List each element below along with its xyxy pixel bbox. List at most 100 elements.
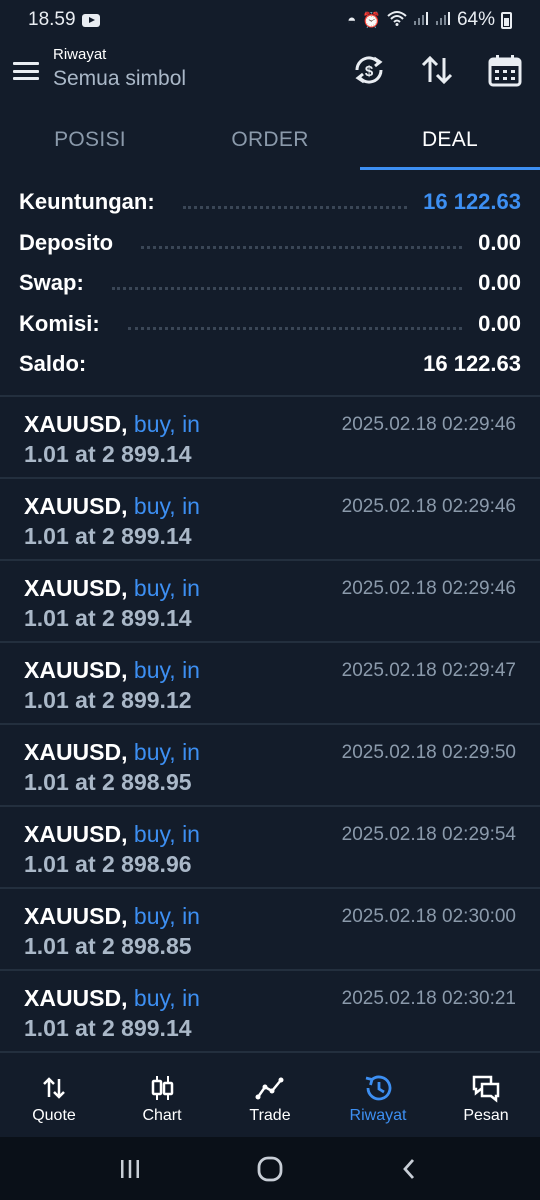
deal-type: buy, in bbox=[133, 493, 200, 519]
battery-icon bbox=[501, 11, 512, 29]
list-item[interactable]: XAUUSD, buy, in 1.01 at 2 899.14 2025.02… bbox=[0, 561, 540, 643]
deal-detail: 1.01 at 2 898.95 bbox=[24, 769, 192, 795]
nav-label: Trade bbox=[249, 1107, 291, 1124]
list-item[interactable]: XAUUSD, buy, in 1.01 at 2 898.95 2025.02… bbox=[0, 725, 540, 807]
status-time: 18.59 bbox=[28, 9, 76, 30]
tab-order[interactable]: ORDER bbox=[180, 112, 360, 170]
wifi-icon bbox=[387, 10, 407, 30]
signal-icon-2 bbox=[435, 10, 451, 30]
summary-row-swap: Swap: 0.00 bbox=[0, 263, 540, 304]
list-item[interactable]: XAUUSD, buy, in 1.01 at 2 899.14 2025.02… bbox=[0, 397, 540, 479]
header-titles: Riwayat Semua simbol bbox=[53, 46, 186, 91]
list-item[interactable]: XAUUSD, buy, in 1.01 at 2 899.12 2025.02… bbox=[0, 643, 540, 725]
list-item[interactable]: XAUUSD, buy, in 1.01 at 2 898.85 2025.02… bbox=[0, 889, 540, 971]
dotted-leader bbox=[111, 286, 463, 290]
summary-label: Keuntungan: bbox=[19, 189, 155, 215]
history-icon bbox=[365, 1075, 392, 1101]
deal-symbol: XAUUSD, bbox=[24, 657, 128, 683]
nav-label: Riwayat bbox=[349, 1107, 407, 1124]
deal-detail: 1.01 at 2 899.14 bbox=[24, 1015, 192, 1041]
trade-line-icon bbox=[255, 1077, 284, 1100]
summary-value: 0.00 bbox=[478, 270, 521, 296]
deal-title: XAUUSD, buy, in bbox=[24, 575, 200, 602]
summary-label: Saldo: bbox=[19, 351, 87, 377]
summary-label: Deposito bbox=[19, 229, 114, 255]
header-subtitle: Riwayat bbox=[53, 46, 107, 63]
recent-apps-icon[interactable] bbox=[110, 1149, 150, 1189]
deal-type: buy, in bbox=[133, 821, 200, 847]
battery-percent: 64% bbox=[456, 9, 495, 30]
deal-detail: 1.01 at 2 899.14 bbox=[24, 605, 192, 631]
deal-time: 2025.02.18 02:29:46 bbox=[341, 578, 516, 599]
deal-time: 2025.02.18 02:29:54 bbox=[341, 824, 516, 845]
deal-symbol: XAUUSD, bbox=[24, 903, 128, 929]
deal-symbol: XAUUSD, bbox=[24, 411, 128, 437]
nav-chart[interactable]: Chart bbox=[108, 1063, 216, 1137]
status-right: ◓ ⏰ 64% bbox=[347, 9, 512, 31]
deal-type: buy, in bbox=[133, 903, 200, 929]
deal-type: buy, in bbox=[133, 411, 200, 437]
quote-arrows-icon bbox=[43, 1077, 65, 1099]
deal-title: XAUUSD, buy, in bbox=[24, 657, 200, 684]
deal-title: XAUUSD, buy, in bbox=[24, 903, 200, 930]
summary-row-profit: Keuntungan: 16 122.63 bbox=[0, 182, 540, 223]
deal-detail: 1.01 at 2 898.85 bbox=[24, 933, 192, 959]
deal-title: XAUUSD, buy, in bbox=[24, 411, 200, 438]
status-left: 18.59 bbox=[28, 9, 100, 31]
menu-icon[interactable] bbox=[13, 60, 39, 82]
home-icon[interactable] bbox=[250, 1149, 290, 1189]
deal-title: XAUUSD, buy, in bbox=[24, 985, 200, 1012]
symbol-filter-title[interactable]: Semua simbol bbox=[53, 67, 186, 91]
nav-label: Pesan bbox=[463, 1107, 509, 1124]
summary-label: Swap: bbox=[19, 270, 84, 296]
tab-bar: POSISI ORDER DEAL bbox=[0, 112, 540, 170]
summary-section: Keuntungan: 16 122.63 Deposito 0.00 Swap… bbox=[0, 182, 540, 385]
deal-type: buy, in bbox=[133, 985, 200, 1011]
deal-type: buy, in bbox=[133, 657, 200, 683]
tab-deal[interactable]: DEAL bbox=[360, 112, 540, 170]
nav-pesan[interactable]: Pesan bbox=[432, 1063, 540, 1137]
list-item[interactable]: XAUUSD, buy, in 1.01 at 2 898.96 2025.02… bbox=[0, 807, 540, 889]
currency-exchange-icon[interactable]: $ bbox=[351, 52, 387, 88]
nav-trade[interactable]: Trade bbox=[216, 1063, 324, 1137]
deal-symbol: XAUUSD, bbox=[24, 821, 128, 847]
deal-symbol: XAUUSD, bbox=[24, 575, 128, 601]
messages-icon bbox=[472, 1075, 500, 1103]
deal-time: 2025.02.18 02:30:21 bbox=[341, 988, 516, 1009]
leader-spacer bbox=[114, 368, 407, 371]
nav-quote[interactable]: Quote bbox=[0, 1063, 108, 1137]
candlestick-icon bbox=[151, 1076, 174, 1100]
deal-title: XAUUSD, buy, in bbox=[24, 493, 200, 520]
dotted-leader bbox=[141, 246, 463, 250]
svg-text:$: $ bbox=[365, 63, 374, 80]
dotted-leader bbox=[182, 205, 408, 209]
summary-row-commission: Komisi: 0.00 bbox=[0, 304, 540, 345]
summary-value: 16 122.63 bbox=[423, 189, 521, 215]
summary-value: 0.00 bbox=[478, 310, 521, 336]
deal-time: 2025.02.18 02:30:00 bbox=[341, 906, 516, 927]
nav-riwayat[interactable]: Riwayat bbox=[324, 1063, 432, 1137]
app-bar: Riwayat Semua simbol $ bbox=[0, 40, 540, 104]
calendar-icon[interactable] bbox=[487, 52, 523, 88]
back-icon[interactable] bbox=[390, 1149, 430, 1189]
nav-label: Chart bbox=[142, 1107, 182, 1124]
deal-time: 2025.02.18 02:29:46 bbox=[341, 496, 516, 517]
signal-icon bbox=[413, 10, 429, 30]
system-navigation bbox=[0, 1137, 540, 1200]
summary-value: 0.00 bbox=[478, 229, 521, 255]
list-item[interactable]: XAUUSD, buy, in 1.01 at 2 899.14 2025.02… bbox=[0, 971, 540, 1053]
tab-posisi[interactable]: POSISI bbox=[0, 112, 180, 170]
deal-detail: 1.01 at 2 898.96 bbox=[24, 851, 192, 877]
deal-time: 2025.02.18 02:29:47 bbox=[341, 660, 516, 681]
sort-icon[interactable] bbox=[419, 52, 455, 88]
deal-detail: 1.01 at 2 899.14 bbox=[24, 523, 192, 549]
deal-symbol: XAUUSD, bbox=[24, 985, 128, 1011]
deal-time: 2025.02.18 02:29:50 bbox=[341, 742, 516, 763]
youtube-icon bbox=[81, 13, 100, 27]
deals-list: XAUUSD, buy, in 1.01 at 2 899.14 2025.02… bbox=[0, 395, 540, 1053]
deal-time: 2025.02.18 02:29:46 bbox=[341, 414, 516, 435]
deal-detail: 1.01 at 2 899.14 bbox=[24, 441, 192, 467]
list-item[interactable]: XAUUSD, buy, in 1.01 at 2 899.14 2025.02… bbox=[0, 479, 540, 561]
summary-row-deposit: Deposito 0.00 bbox=[0, 223, 540, 264]
notification-icon: ◓ bbox=[347, 11, 357, 29]
